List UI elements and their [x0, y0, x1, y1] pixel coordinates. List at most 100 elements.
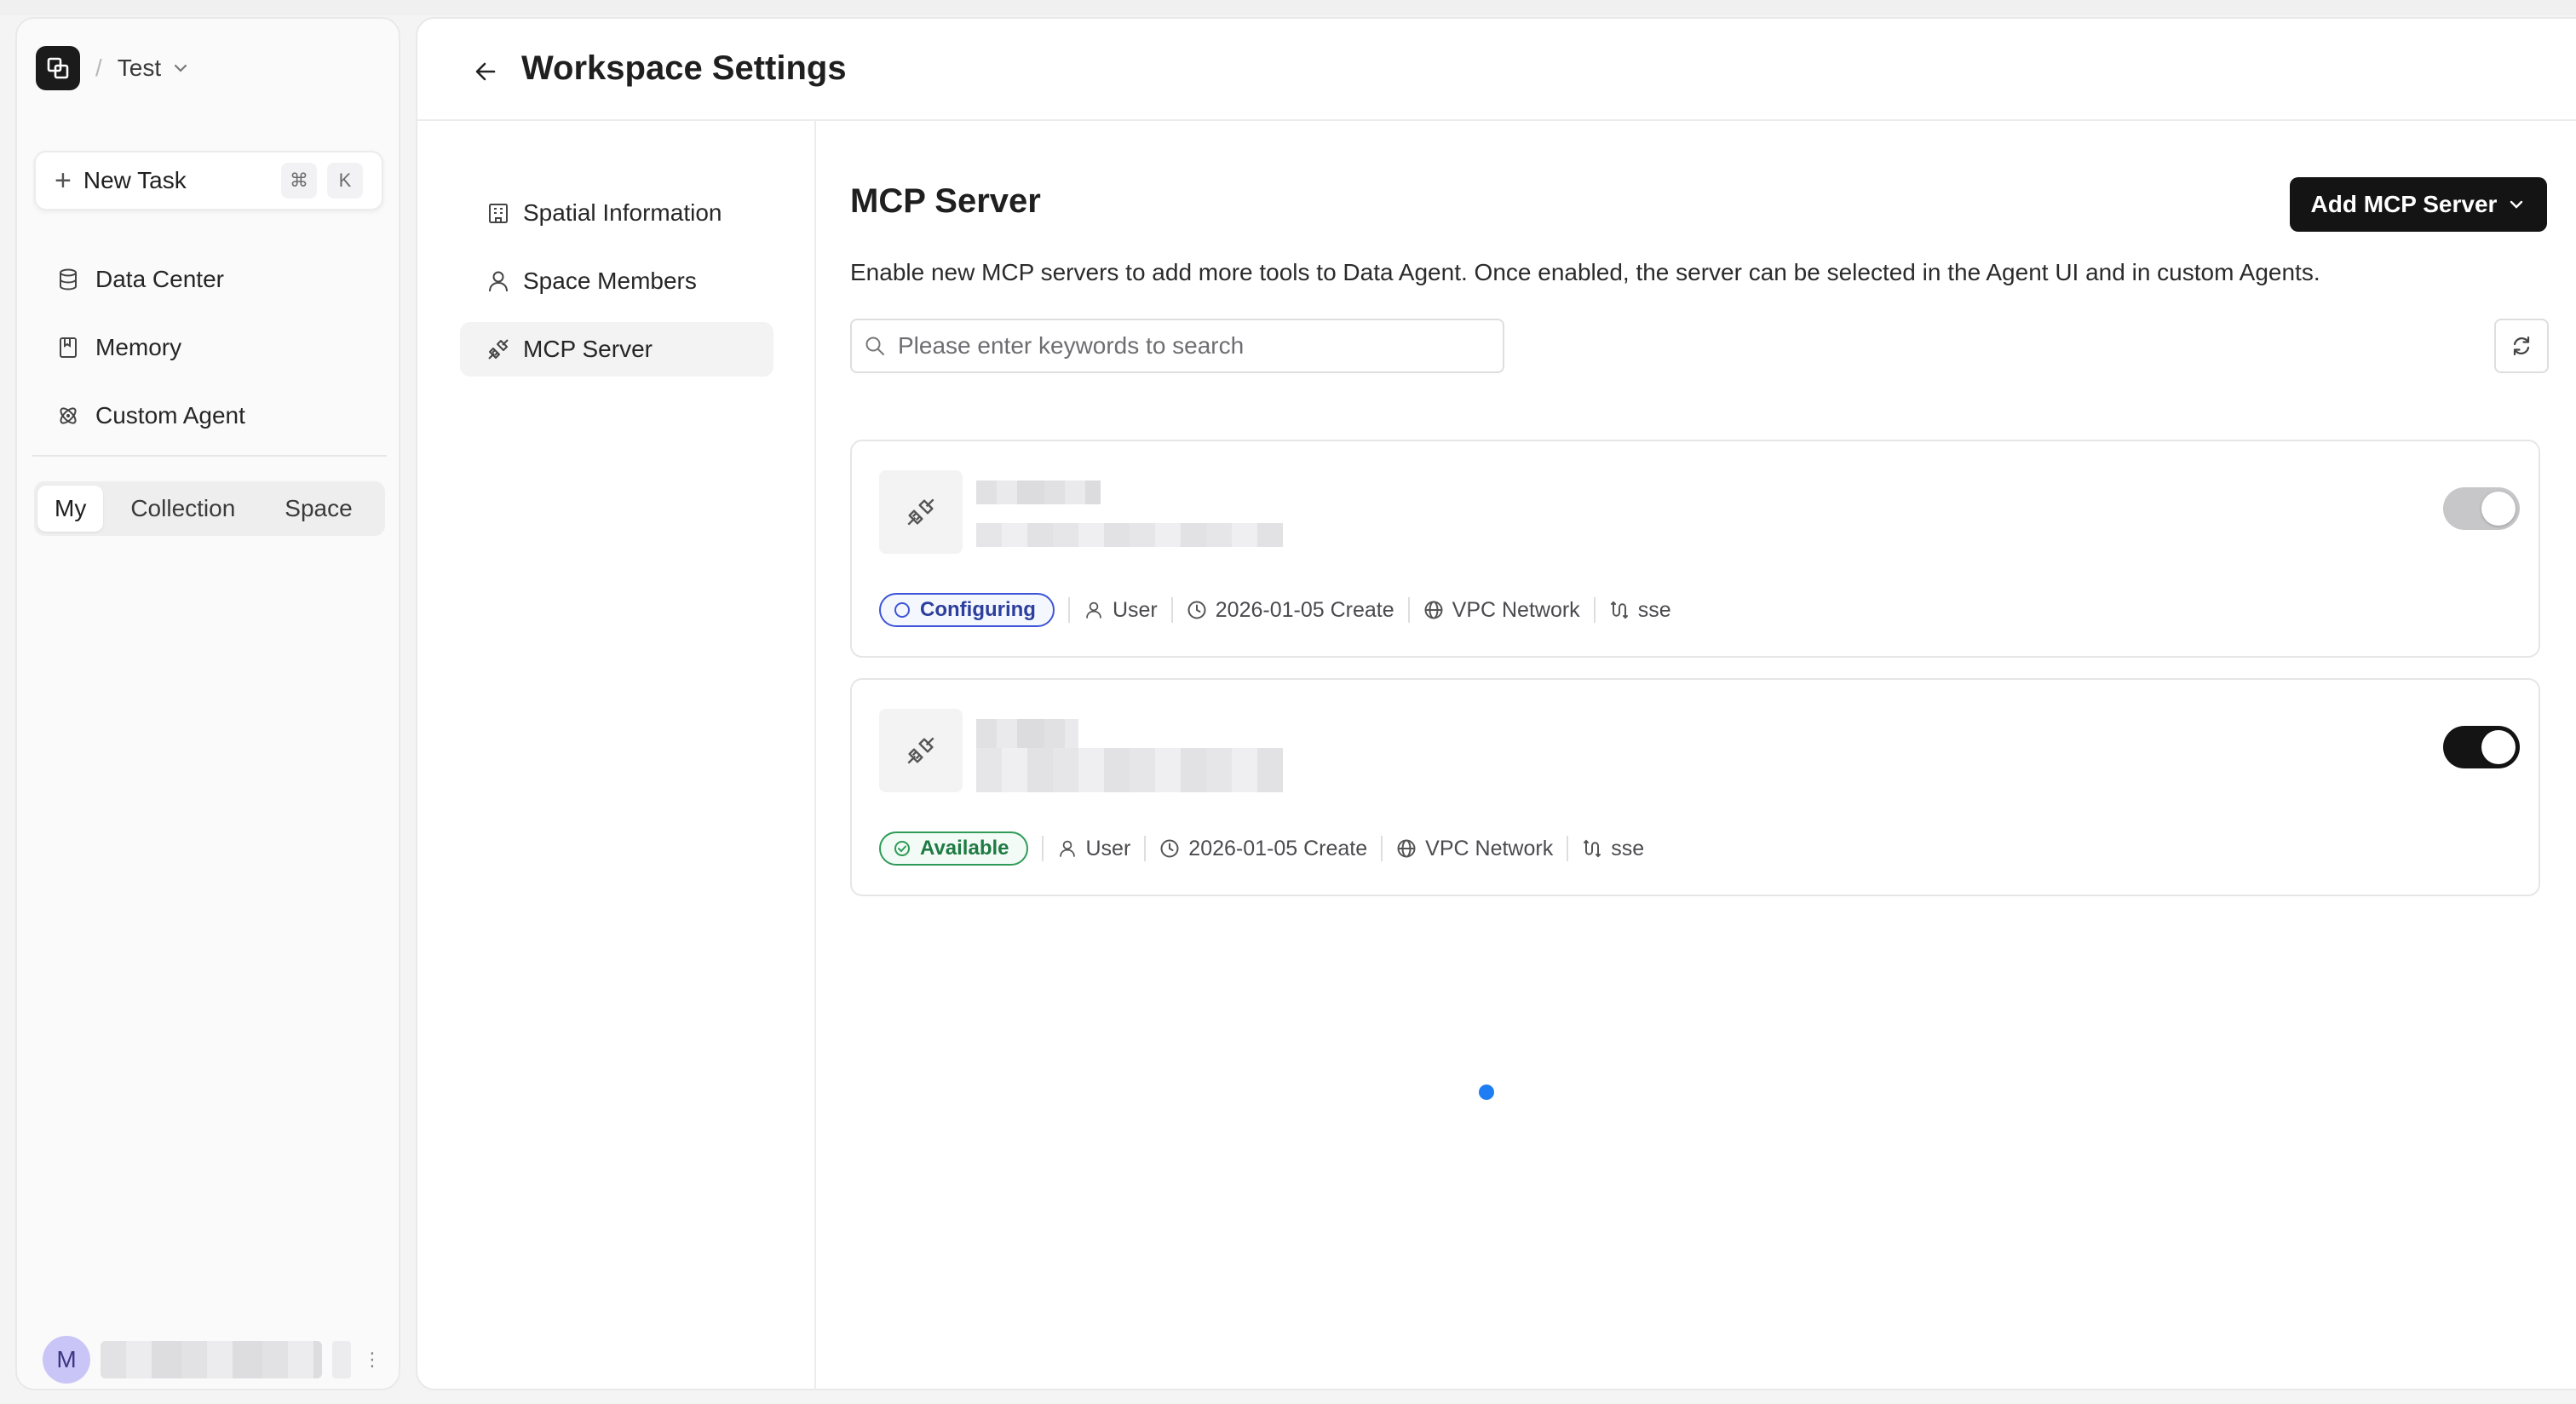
transport-text: sse [1637, 597, 1671, 622]
globe-icon [1424, 601, 1443, 619]
sidebar-item-custom-agent[interactable]: Custom Agent [56, 392, 245, 440]
loading-indicator [1479, 1085, 1494, 1100]
meta-divider [1593, 597, 1596, 623]
status-badge: Configuring [879, 593, 1055, 627]
meta-owner: User [1084, 598, 1158, 623]
avatar: M [43, 1336, 90, 1384]
search-input[interactable] [898, 332, 1477, 360]
created-text: 2026-01-05 Create [1188, 836, 1368, 860]
server-meta: Available User 2026-01-05 Create VPC Net… [879, 831, 1644, 866]
search-icon [865, 337, 884, 355]
meta-transport: sse [1582, 837, 1644, 861]
settings-nav-mcp-server[interactable]: MCP Server [460, 322, 773, 377]
network-text: VPC Network [1425, 836, 1554, 860]
top-strip [0, 0, 2576, 15]
tab-space[interactable]: Space [267, 486, 369, 532]
status-badge: Available [879, 831, 1028, 866]
mcp-server-card[interactable]: Configuring User 2026-01-05 Create VPC N… [850, 440, 2540, 658]
settings-nav-label: Space Members [523, 268, 697, 294]
meta-divider [1170, 597, 1173, 623]
plug-icon [879, 470, 963, 554]
workspace-switcher[interactable]: / Test [36, 46, 190, 90]
server-meta: Configuring User 2026-01-05 Create VPC N… [879, 593, 1671, 627]
circle-icon [894, 602, 910, 618]
server-enable-toggle[interactable] [2443, 726, 2520, 768]
sidebar-item-label: Memory [95, 334, 182, 360]
add-mcp-server-button[interactable]: Add MCP Server [2290, 177, 2547, 232]
notebook-icon [60, 337, 77, 358]
new-task-label: New Task [83, 167, 187, 193]
sidebar: / Test + New Task ⌘ K Data Center Memory… [15, 17, 400, 1390]
meta-created: 2026-01-05 Create [1159, 837, 1367, 861]
server-description-redacted [976, 748, 1283, 792]
breadcrumb-separator: / [95, 55, 102, 81]
search-box [850, 319, 1504, 373]
refresh-button[interactable] [2494, 319, 2549, 373]
toggle-knob [2481, 730, 2516, 764]
settings-nav-spatial-information[interactable]: Spatial Information [460, 186, 773, 240]
user-icon [1086, 601, 1101, 619]
page-title: Workspace Settings [521, 49, 847, 87]
user-profile[interactable]: M ⋮ [43, 1336, 382, 1384]
owner-text: User [1112, 597, 1158, 622]
settings-nav-space-members[interactable]: Space Members [460, 254, 773, 308]
server-name-redacted [976, 480, 1101, 504]
plus-icon: + [55, 164, 72, 197]
globe-icon [1397, 839, 1416, 858]
shortcut-mod-key: ⌘ [281, 163, 317, 199]
section-title: MCP Server [850, 182, 1041, 220]
refresh-icon [2513, 336, 2530, 356]
sidebar-item-data-center[interactable]: Data Center [56, 256, 224, 303]
page-header: Workspace Settings [417, 19, 2576, 121]
plug-icon [879, 709, 963, 792]
chevron-down-icon [171, 59, 190, 78]
toggle-knob [2481, 492, 2516, 526]
created-text: 2026-01-05 Create [1215, 597, 1394, 622]
network-text: VPC Network [1452, 597, 1580, 622]
plug-icon [488, 339, 509, 360]
shortcut-key: K [327, 163, 363, 199]
redacted-block [332, 1341, 351, 1378]
sidebar-item-memory[interactable]: Memory [56, 324, 181, 371]
atom-icon [60, 407, 77, 424]
meta-divider [1041, 836, 1044, 861]
user-icon [489, 271, 508, 292]
more-icon[interactable]: ⋮ [363, 1349, 382, 1371]
sidebar-tabs: My Collection Space [34, 481, 385, 536]
sidebar-item-label: Custom Agent [95, 402, 245, 429]
meta-divider [1381, 836, 1383, 861]
status-text: Configuring [920, 598, 1036, 621]
tab-collection[interactable]: Collection [113, 486, 252, 532]
settings-nav: Spatial Information Space Members MCP Se… [417, 121, 816, 1390]
user-icon [1059, 840, 1075, 857]
section-description: Enable new MCP servers to add more tools… [850, 259, 2320, 285]
server-enable-toggle[interactable] [2443, 487, 2520, 530]
app-logo-icon [36, 46, 80, 90]
chevron-down-icon [2510, 200, 2523, 209]
mcp-server-card[interactable]: Available User 2026-01-05 Create VPC Net… [850, 678, 2540, 896]
user-name-redacted [101, 1341, 322, 1378]
meta-divider [1144, 836, 1147, 861]
meta-network: VPC Network [1423, 598, 1580, 623]
settings-nav-label: Spatial Information [523, 199, 722, 226]
arrow-left-icon [475, 62, 496, 81]
route-icon [1584, 839, 1601, 858]
transport-text: sse [1611, 836, 1645, 860]
meta-owner: User [1057, 837, 1130, 861]
clock-icon [1160, 839, 1179, 858]
workspace-name: Test [117, 55, 162, 81]
meta-transport: sse [1609, 598, 1671, 623]
meta-divider [1407, 597, 1410, 623]
tab-my[interactable]: My [37, 486, 104, 532]
add-mcp-server-label: Add MCP Server [2310, 191, 2498, 217]
meta-network: VPC Network [1396, 837, 1553, 861]
route-icon [1610, 601, 1628, 619]
back-button[interactable] [467, 53, 504, 90]
main-panel: Workspace Settings Spatial Information S… [416, 17, 2576, 1390]
status-text: Available [920, 837, 1009, 860]
new-task-button[interactable]: + New Task ⌘ K [34, 151, 383, 210]
clock-icon [1187, 601, 1206, 619]
check-circle-icon [894, 841, 910, 856]
database-icon [60, 268, 77, 291]
server-description-redacted [976, 523, 1283, 547]
